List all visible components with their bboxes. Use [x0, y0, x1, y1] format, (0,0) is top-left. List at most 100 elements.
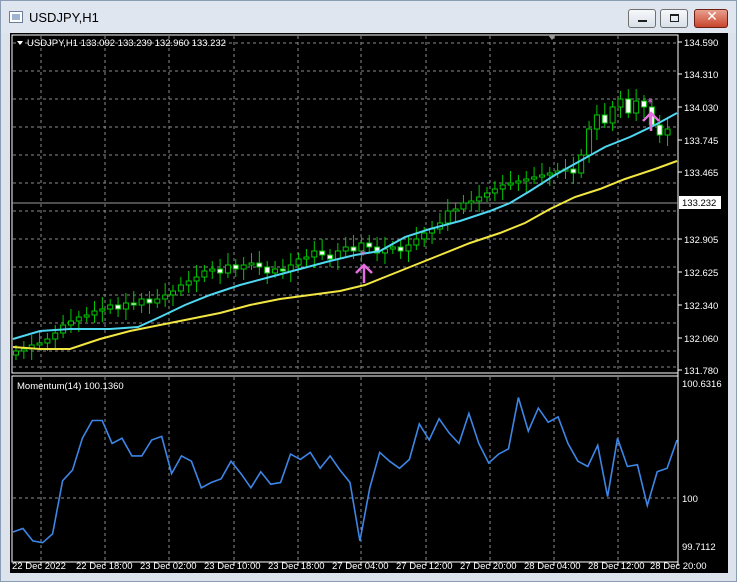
bull-candle[interactable] [272, 268, 279, 274]
bull-candle[interactable] [593, 114, 600, 130]
bull-candle[interactable] [20, 348, 27, 352]
bull-candle[interactable] [303, 256, 310, 260]
bull-candle[interactable] [201, 270, 208, 278]
signal-arrow-icon [642, 111, 660, 131]
bear-candle[interactable] [601, 114, 608, 124]
bear-candle[interactable] [232, 264, 239, 270]
bull-candle[interactable] [311, 250, 318, 258]
bear-candle[interactable] [130, 302, 137, 306]
close-icon: ✕ [706, 9, 718, 25]
bull-candle[interactable] [452, 208, 459, 212]
bull-candle[interactable] [460, 202, 467, 210]
bull-candle[interactable] [664, 128, 671, 136]
bull-candle[interactable] [476, 196, 483, 202]
time-tick-label: 23 Dec 02:00 [140, 561, 197, 572]
bull-candle[interactable] [468, 200, 475, 204]
bull-candle[interactable] [515, 180, 522, 184]
bear-candle[interactable] [397, 246, 404, 252]
time-axis[interactable]: 22 Dec 2022 22 Dec 18:00 23 Dec 02:00 23 De… [12, 561, 707, 572]
bear-candle[interactable] [146, 298, 153, 304]
bull-candle[interactable] [491, 188, 498, 194]
bull-candle[interactable] [209, 268, 216, 272]
bull-candle[interactable] [578, 154, 585, 174]
time-tick-label: 23 Dec 18:00 [268, 561, 325, 572]
bull-candle[interactable] [99, 308, 106, 312]
bull-candle[interactable] [122, 302, 129, 310]
bull-candle[interactable] [107, 304, 114, 310]
bull-candle[interactable] [413, 238, 420, 246]
bear-candle[interactable] [350, 246, 357, 252]
bull-candle[interactable] [177, 284, 184, 292]
bull-candle[interactable] [185, 280, 192, 286]
indicator-header: Momentum(14) 100.1360 [17, 381, 124, 392]
bear-candle[interactable] [641, 100, 647, 108]
bear-candle[interactable] [264, 266, 271, 274]
maximize-button[interactable] [660, 9, 688, 28]
bull-candle[interactable] [609, 106, 616, 124]
bull-candle[interactable] [538, 174, 545, 178]
bull-candle[interactable] [44, 338, 51, 344]
bull-candle[interactable] [389, 246, 396, 250]
time-tick-label: 28 Dec 12:00 [588, 561, 645, 572]
bull-candle[interactable] [523, 178, 530, 182]
bear-candle[interactable] [656, 124, 663, 136]
bull-candle[interactable] [444, 210, 451, 224]
price-tick-label: 134.310 [684, 70, 718, 81]
bull-candle[interactable] [83, 314, 90, 318]
bull-candle[interactable] [546, 172, 553, 176]
bull-candle[interactable] [421, 232, 428, 240]
chart-shift-marker[interactable] [548, 35, 556, 40]
title-bar[interactable]: USDJPY,H1 ✕ [1, 1, 736, 33]
bull-candle[interactable] [342, 246, 349, 252]
bull-candle[interactable] [240, 264, 247, 270]
bull-candle[interactable] [91, 310, 98, 316]
price-tick-label: 133.465 [684, 168, 718, 179]
bull-candle[interactable] [36, 342, 43, 346]
indicator-tick-label: 100.6316 [682, 379, 722, 390]
bull-candle[interactable] [248, 262, 255, 266]
close-button[interactable]: ✕ [694, 9, 728, 28]
time-tick-label: 28 Dec 04:00 [524, 561, 581, 572]
chart-window-icon [9, 11, 23, 23]
bear-candle[interactable] [279, 268, 286, 272]
bull-candle[interactable] [75, 316, 82, 322]
bull-candle[interactable] [531, 176, 538, 180]
chart-area[interactable]: * * USDJPY,H1 133.092 133.239 132.960 133… [10, 33, 728, 573]
bear-candle[interactable] [625, 98, 632, 114]
time-tick-label: 27 Dec 20:00 [460, 561, 517, 572]
signal-star-icon: * [360, 248, 366, 262]
bull-candle[interactable] [484, 192, 490, 198]
bull-candle[interactable] [499, 184, 506, 190]
bull-candle[interactable] [193, 276, 200, 282]
bull-candle[interactable] [52, 332, 59, 340]
bear-candle[interactable] [256, 262, 263, 268]
bull-candle[interactable] [154, 298, 161, 304]
bear-candle[interactable] [115, 304, 122, 310]
bear-candle[interactable] [327, 254, 333, 260]
bull-candle[interactable] [405, 244, 412, 252]
minimize-button[interactable] [628, 9, 656, 28]
bull-candle[interactable] [162, 294, 169, 300]
bear-candle[interactable] [570, 168, 577, 174]
bull-candle[interactable] [507, 182, 514, 186]
signal-star-icon: * [647, 96, 653, 110]
bull-candle[interactable] [224, 264, 231, 274]
symbol-dropdown-icon[interactable] [17, 41, 23, 45]
time-tick-label: 27 Dec 12:00 [396, 561, 453, 572]
bull-candle[interactable] [170, 290, 176, 296]
bear-candle[interactable] [366, 242, 373, 248]
chart-canvas[interactable]: ** USDJPY,H1 133.092 133.239 132.960 133… [10, 33, 728, 573]
bull-candle[interactable] [13, 350, 19, 356]
bull-candle[interactable] [295, 258, 302, 266]
bull-candle[interactable] [586, 128, 593, 156]
bull-candle[interactable] [67, 320, 74, 326]
bull-candle[interactable] [138, 298, 145, 306]
bear-candle[interactable] [217, 268, 224, 274]
bear-candle[interactable] [319, 250, 326, 256]
time-tick-label: 28 Dec 20:00 [650, 561, 707, 572]
price-tick-label: 132.625 [684, 268, 718, 279]
bull-candle[interactable] [617, 98, 624, 108]
maximize-icon [670, 14, 679, 22]
candles[interactable] [13, 89, 671, 360]
bull-candle[interactable] [633, 100, 640, 114]
